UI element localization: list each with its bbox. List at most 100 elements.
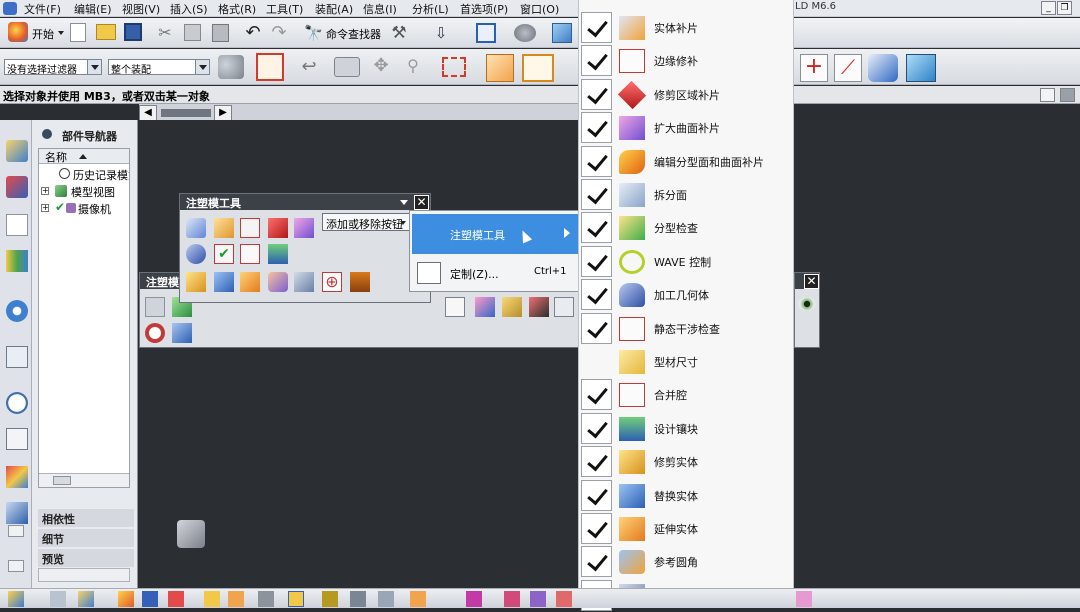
merge-cavity-tool-icon[interactable] (240, 244, 260, 264)
bottom-tool-3-icon[interactable] (78, 591, 94, 607)
tool-icon-d[interactable] (475, 297, 495, 317)
section-details[interactable]: 细节 (38, 529, 134, 547)
trim-solid-tool-icon[interactable] (186, 272, 206, 292)
view-box-icon[interactable] (906, 54, 936, 82)
undo-icon[interactable]: ↶ (242, 23, 264, 45)
bottom-tool-10-icon[interactable] (288, 591, 304, 607)
extend-solid-tool-icon[interactable] (240, 272, 260, 292)
checklist-row[interactable]: 设计镶块 (579, 412, 795, 445)
checklist-row[interactable]: 实体补片 (579, 11, 795, 44)
expand-icon[interactable]: + (41, 187, 49, 195)
cut-icon[interactable]: ✂ (156, 24, 174, 42)
open-folder-icon[interactable] (96, 24, 116, 40)
bottom-tool-15-icon[interactable] (466, 591, 482, 607)
checkbox-checked[interactable] (581, 412, 612, 444)
menu-format[interactable]: 格式(R) (218, 1, 256, 17)
bottom-tool-6-icon[interactable] (168, 591, 184, 607)
menu-tools[interactable]: 工具(T) (266, 1, 303, 17)
checklist-row[interactable]: 分型检查 (579, 211, 795, 244)
tree-item-history[interactable]: 历史记录模式 (39, 166, 129, 182)
checkbox-checked[interactable] (581, 479, 612, 511)
calc-area-tool-icon[interactable] (294, 272, 314, 292)
checklist-row[interactable]: 边缘修补 (579, 44, 795, 77)
reuse-library-icon[interactable] (6, 250, 28, 272)
ref-blend-tool-icon[interactable] (268, 272, 288, 292)
checklist-row[interactable]: WAVE 控制 (579, 245, 795, 278)
section-dependencies[interactable]: 相依性 (38, 509, 134, 527)
bottom-tool-13-icon[interactable] (378, 591, 394, 607)
checkbox-checked[interactable] (581, 312, 612, 344)
section-preview[interactable]: 预览 (38, 549, 134, 567)
enlarge-surface-tool-icon[interactable] (294, 218, 314, 238)
bottom-tool-17-icon[interactable] (530, 591, 546, 607)
strip-scroll-down[interactable] (8, 560, 24, 572)
system-materials-icon[interactable] (6, 428, 28, 450)
bottom-tool-4-icon[interactable] (118, 591, 134, 607)
web-browser-icon[interactable] (6, 346, 28, 368)
start-button[interactable]: 开始 (32, 26, 54, 42)
menu-insert[interactable]: 插入(S) (170, 1, 208, 17)
checkbox-checked[interactable] (581, 12, 612, 43)
tool-icon-a[interactable] (145, 297, 165, 317)
checklist-row[interactable]: 修剪实体 (579, 445, 795, 478)
bottom-tool-11-icon[interactable] (322, 591, 338, 607)
minimize-button[interactable]: _ (1041, 1, 1056, 15)
checklist-row[interactable]: 型材尺寸 (579, 345, 795, 378)
checkbox-checked[interactable] (581, 78, 612, 110)
crosshair-tool-icon[interactable]: ⊕ (322, 272, 342, 292)
assembly-scope-select[interactable]: 整个装配 (108, 59, 210, 75)
menu-item-mold-tools[interactable]: 注塑模工具 (412, 214, 578, 254)
menu-info[interactable]: 信息(I) (363, 1, 397, 17)
command-finder-button[interactable]: 命令查找器 (326, 26, 381, 42)
new-file-icon[interactable] (70, 23, 86, 42)
show-hide-icon[interactable] (486, 54, 514, 82)
checklist-row[interactable]: 参考圆角 (579, 545, 795, 578)
checkbox-checked[interactable] (581, 112, 612, 144)
constraint-navigator-icon[interactable] (6, 176, 28, 198)
menu-file[interactable]: 文件(F) (24, 1, 61, 17)
trim-region-tool-icon[interactable] (240, 218, 260, 238)
eraser-icon[interactable] (334, 57, 360, 77)
history-icon[interactable] (6, 392, 28, 414)
checkbox-checked[interactable] (581, 245, 612, 277)
close-icon[interactable]: ✕ (804, 274, 819, 289)
undo-arrow-icon[interactable]: ↩ (298, 57, 320, 79)
pin-icon[interactable] (42, 129, 52, 139)
bottom-tool-5-icon[interactable] (142, 591, 158, 607)
tool-icon-i[interactable] (172, 323, 192, 343)
tool-icon-c[interactable] (445, 297, 465, 317)
roles-icon[interactable] (6, 502, 28, 524)
checklist-row[interactable]: 延伸实体 (579, 512, 795, 545)
restore-button[interactable]: ❐ (1057, 1, 1072, 15)
crosshair-icon[interactable]: + (800, 54, 828, 82)
menu-item-customize[interactable]: 定制(Z)... Ctrl+1 (412, 259, 578, 287)
checklist-row[interactable]: 拆分面 (579, 178, 795, 211)
menu-view[interactable]: 视图(V) (122, 1, 160, 17)
red-cube-tool-icon[interactable] (268, 218, 288, 238)
wave-tool-icon[interactable] (186, 244, 206, 264)
hd3d-icon[interactable] (6, 300, 28, 322)
insert-tool-icon[interactable] (268, 244, 288, 264)
scroll-right-button[interactable]: ▶ (214, 105, 232, 121)
bottom-tool-9-icon[interactable] (258, 591, 274, 607)
checklist-row[interactable]: 扩大曲面补片 (579, 111, 795, 144)
save-icon[interactable] (124, 23, 142, 41)
checklist-row[interactable]: 替换实体 (579, 479, 795, 512)
bottom-tool-1-icon[interactable] (8, 591, 24, 607)
menu-edit[interactable]: 编辑(E) (74, 1, 112, 17)
part-navigator-icon[interactable] (6, 214, 28, 236)
fit-view-icon[interactable] (476, 23, 496, 43)
checkbox-checked[interactable] (581, 379, 612, 411)
tool-icon-g[interactable] (554, 297, 574, 317)
tree-hscroll-thumb[interactable] (53, 476, 71, 485)
menu-analysis[interactable]: 分析(L) (412, 1, 449, 17)
strip-scroll-up[interactable] (8, 525, 24, 537)
assembly-navigator-icon[interactable] (6, 140, 28, 162)
redo-icon[interactable]: ↷ (268, 23, 290, 45)
bottom-tool-19-icon[interactable] (796, 591, 812, 607)
type-filter-select[interactable]: 没有选择过滤器 (4, 59, 102, 75)
sketch-select-icon[interactable]: ⇩ (430, 23, 452, 45)
bottom-tool-18-icon[interactable] (556, 591, 572, 607)
paste-icon[interactable] (212, 24, 229, 42)
surface-tool-icon[interactable] (868, 54, 898, 82)
